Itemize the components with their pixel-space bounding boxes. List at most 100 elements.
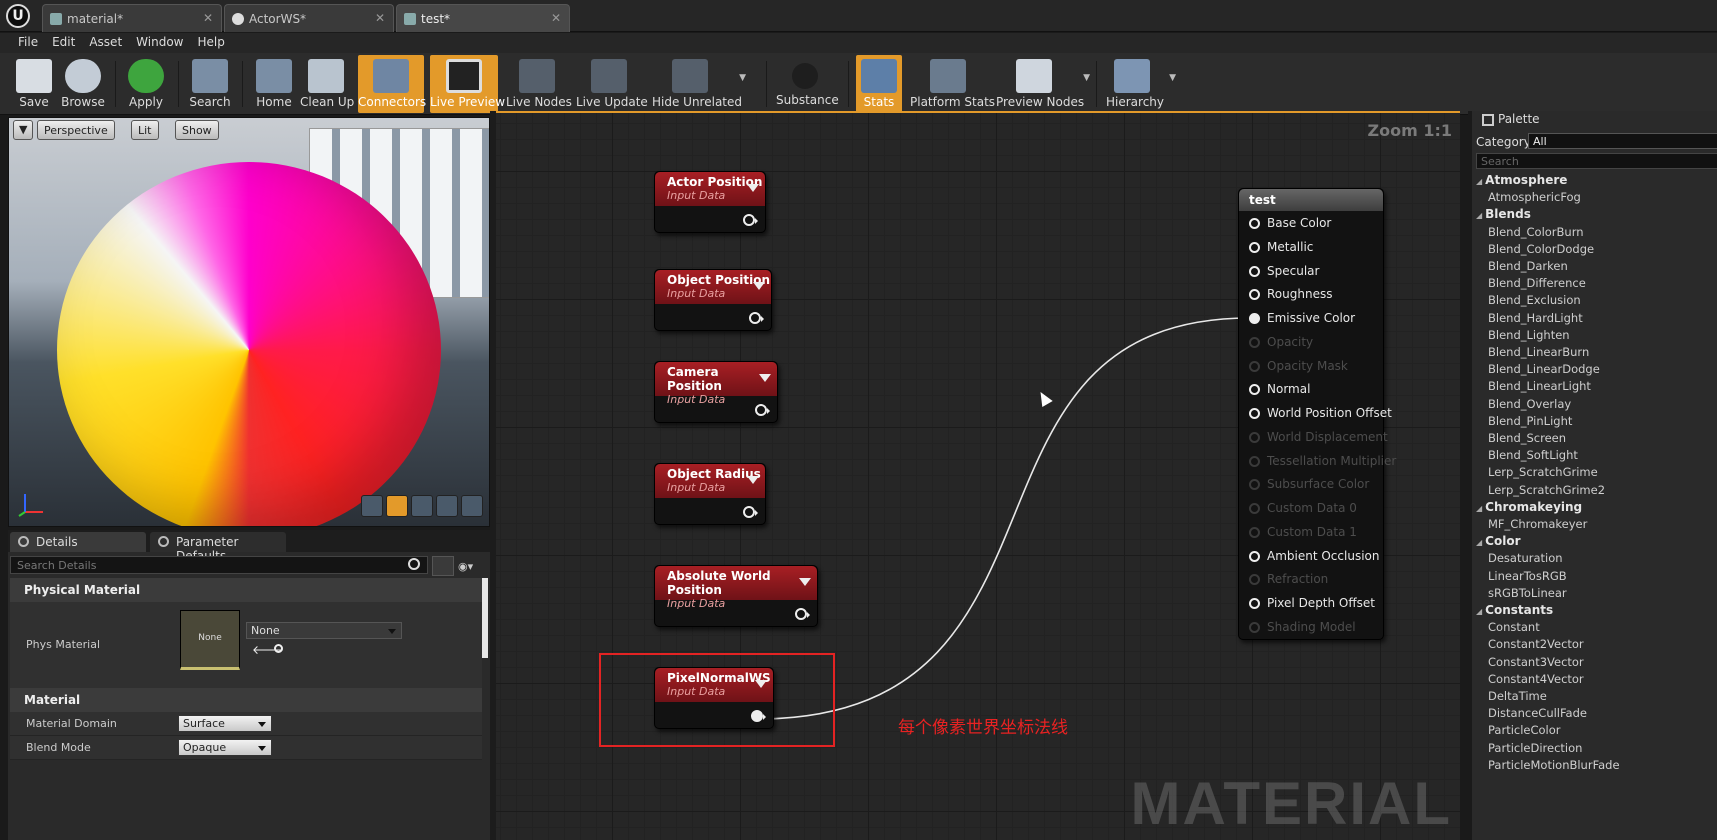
palette-item[interactable]: Blend_PinLight — [1488, 414, 1572, 428]
platform-stats-button[interactable]: Platform Stats — [910, 55, 995, 113]
tab-parameter-defaults[interactable]: Parameter Defaults — [150, 532, 286, 563]
teapot-icon[interactable] — [461, 495, 483, 517]
tab-test[interactable]: test* ✕ — [396, 4, 570, 32]
output-pin[interactable] — [743, 214, 758, 226]
menu-help[interactable]: Help — [193, 33, 234, 49]
output-pin[interactable] — [795, 608, 810, 620]
sphere-icon[interactable] — [386, 495, 408, 517]
live-update-button[interactable]: Live Update — [576, 55, 648, 113]
phys-material-thumbnail[interactable]: None — [180, 610, 240, 670]
pin-pixel-depth-offset[interactable]: Pixel Depth Offset — [1249, 595, 1385, 611]
input-pin[interactable] — [1249, 551, 1260, 562]
tab-palette[interactable]: Palette — [1474, 111, 1594, 129]
perspective-button[interactable]: Perspective — [37, 120, 115, 140]
close-icon[interactable]: ✕ — [551, 11, 561, 25]
palette-item[interactable]: Constant — [1488, 620, 1540, 634]
palette-item[interactable]: AtmosphericFog — [1488, 190, 1581, 204]
pin-roughness[interactable]: Roughness — [1249, 286, 1385, 302]
palette-item[interactable]: Blend_Exclusion — [1488, 293, 1581, 307]
phys-material-dropdown[interactable]: None — [246, 622, 402, 639]
palette-item[interactable]: DeltaTime — [1488, 689, 1547, 703]
menu-asset[interactable]: Asset — [85, 33, 132, 49]
blend-mode-dropdown[interactable]: Opaque — [178, 739, 272, 756]
chevron-down-icon[interactable]: ▼ — [1169, 73, 1176, 83]
palette-item[interactable]: sRGBToLinear — [1488, 586, 1567, 600]
save-button[interactable]: Save — [12, 55, 56, 113]
pin-normal[interactable]: Normal — [1249, 381, 1385, 397]
menu-file[interactable]: File — [0, 33, 48, 49]
pin-ambient-occlusion[interactable]: Ambient Occlusion — [1249, 548, 1385, 564]
search-button[interactable]: Search — [188, 55, 232, 113]
palette-item[interactable]: Constant4Vector — [1488, 672, 1584, 686]
palette-item[interactable]: ParticleColor — [1488, 723, 1561, 737]
palette-category[interactable]: Color — [1476, 534, 1520, 548]
palette-item[interactable]: Blend_Lighten — [1488, 328, 1570, 342]
palette-item[interactable]: ParticleDirection — [1488, 741, 1582, 755]
details-search-input[interactable]: Search Details — [10, 556, 428, 574]
palette-item[interactable]: Desaturation — [1488, 551, 1563, 565]
node-actor-position[interactable]: Actor Position Input Data — [654, 171, 766, 233]
palette-item[interactable]: ParticleMotionBlurFade — [1488, 758, 1620, 772]
expand-triangle-icon[interactable] — [753, 282, 765, 290]
material-domain-dropdown[interactable]: Surface — [178, 715, 272, 732]
expand-triangle-icon[interactable] — [799, 578, 811, 586]
input-pin[interactable] — [1249, 313, 1260, 324]
preview-viewport[interactable]: ▼ Perspective Lit Show — [8, 117, 490, 527]
browse-magnifier-icon[interactable] — [274, 644, 283, 653]
node-object-position[interactable]: Object Position Input Data — [654, 269, 772, 331]
input-pin[interactable] — [1249, 598, 1260, 609]
result-node-test[interactable]: test Base Color Metallic Specular Roughn… — [1238, 188, 1396, 640]
input-pin[interactable] — [1249, 384, 1260, 395]
input-pin[interactable] — [1249, 408, 1260, 419]
home-button[interactable]: Home — [252, 55, 296, 113]
output-pin[interactable] — [755, 404, 770, 416]
cylinder-icon[interactable] — [361, 495, 383, 517]
live-nodes-button[interactable]: Live Nodes — [506, 55, 572, 113]
palette-category[interactable]: Blends — [1476, 207, 1531, 221]
input-pin[interactable] — [1249, 266, 1260, 277]
expand-triangle-icon[interactable] — [747, 476, 759, 484]
pin-emissive-color[interactable]: Emissive Color — [1249, 310, 1385, 326]
palette-item[interactable]: Blend_LinearBurn — [1488, 345, 1589, 359]
clean-up-button[interactable]: Clean Up — [300, 55, 354, 113]
material-graph[interactable]: Zoom 1:1 MATERIAL Actor Position Input Da… — [496, 111, 1460, 840]
palette-item[interactable]: Blend_Screen — [1488, 431, 1566, 445]
tab-details[interactable]: Details — [10, 532, 146, 552]
palette-item[interactable]: Blend_Overlay — [1488, 397, 1571, 411]
palette-category[interactable]: Atmosphere — [1476, 173, 1567, 187]
pin-metallic[interactable]: Metallic — [1249, 239, 1385, 255]
node-camera-position[interactable]: Camera Position Input Data — [654, 361, 778, 423]
grid-view-icon[interactable] — [432, 556, 454, 576]
tab-actorws[interactable]: ActorWS* ✕ — [224, 4, 394, 32]
close-icon[interactable]: ✕ — [375, 11, 385, 25]
palette-item[interactable]: Blend_ColorBurn — [1488, 225, 1584, 239]
substance-button[interactable]: Substance — [776, 55, 839, 113]
node-absolute-world-position[interactable]: Absolute World Position Input Data — [654, 565, 818, 627]
palette-item[interactable]: Blend_Difference — [1488, 276, 1586, 290]
tab-material[interactable]: material* ✕ — [42, 4, 222, 32]
expand-triangle-icon[interactable] — [759, 374, 771, 382]
palette-item[interactable]: Blend_HardLight — [1488, 311, 1583, 325]
category-dropdown[interactable]: All — [1528, 133, 1717, 149]
palette-item[interactable]: Lerp_ScratchGrime — [1488, 465, 1598, 479]
show-button[interactable]: Show — [175, 120, 219, 140]
palette-item[interactable]: Blend_LinearLight — [1488, 379, 1591, 393]
section-material[interactable]: Material — [10, 688, 482, 712]
cube-icon[interactable] — [436, 495, 458, 517]
palette-item[interactable]: Blend_SoftLight — [1488, 448, 1578, 462]
pin-world-position-offset[interactable]: World Position Offset — [1249, 405, 1392, 421]
palette-item[interactable]: Constant3Vector — [1488, 655, 1584, 669]
menu-edit[interactable]: Edit — [48, 33, 85, 49]
preview-nodes-button[interactable]: Preview Nodes ▼ — [996, 55, 1090, 113]
browse-button[interactable]: Browse — [60, 55, 106, 113]
expand-triangle-icon[interactable] — [747, 184, 759, 192]
eye-icon[interactable]: ◉▾ — [458, 560, 473, 573]
palette-item[interactable]: Blend_LinearDodge — [1488, 362, 1600, 376]
section-physical-material[interactable]: Physical Material — [10, 578, 482, 602]
palette-item[interactable]: Lerp_ScratchGrime2 — [1488, 483, 1605, 497]
plane-icon[interactable] — [411, 495, 433, 517]
menu-window[interactable]: Window — [132, 33, 193, 49]
live-preview-button[interactable]: Live Preview — [430, 55, 505, 113]
apply-button[interactable]: Apply — [124, 55, 168, 113]
pin-specular[interactable]: Specular — [1249, 263, 1385, 279]
